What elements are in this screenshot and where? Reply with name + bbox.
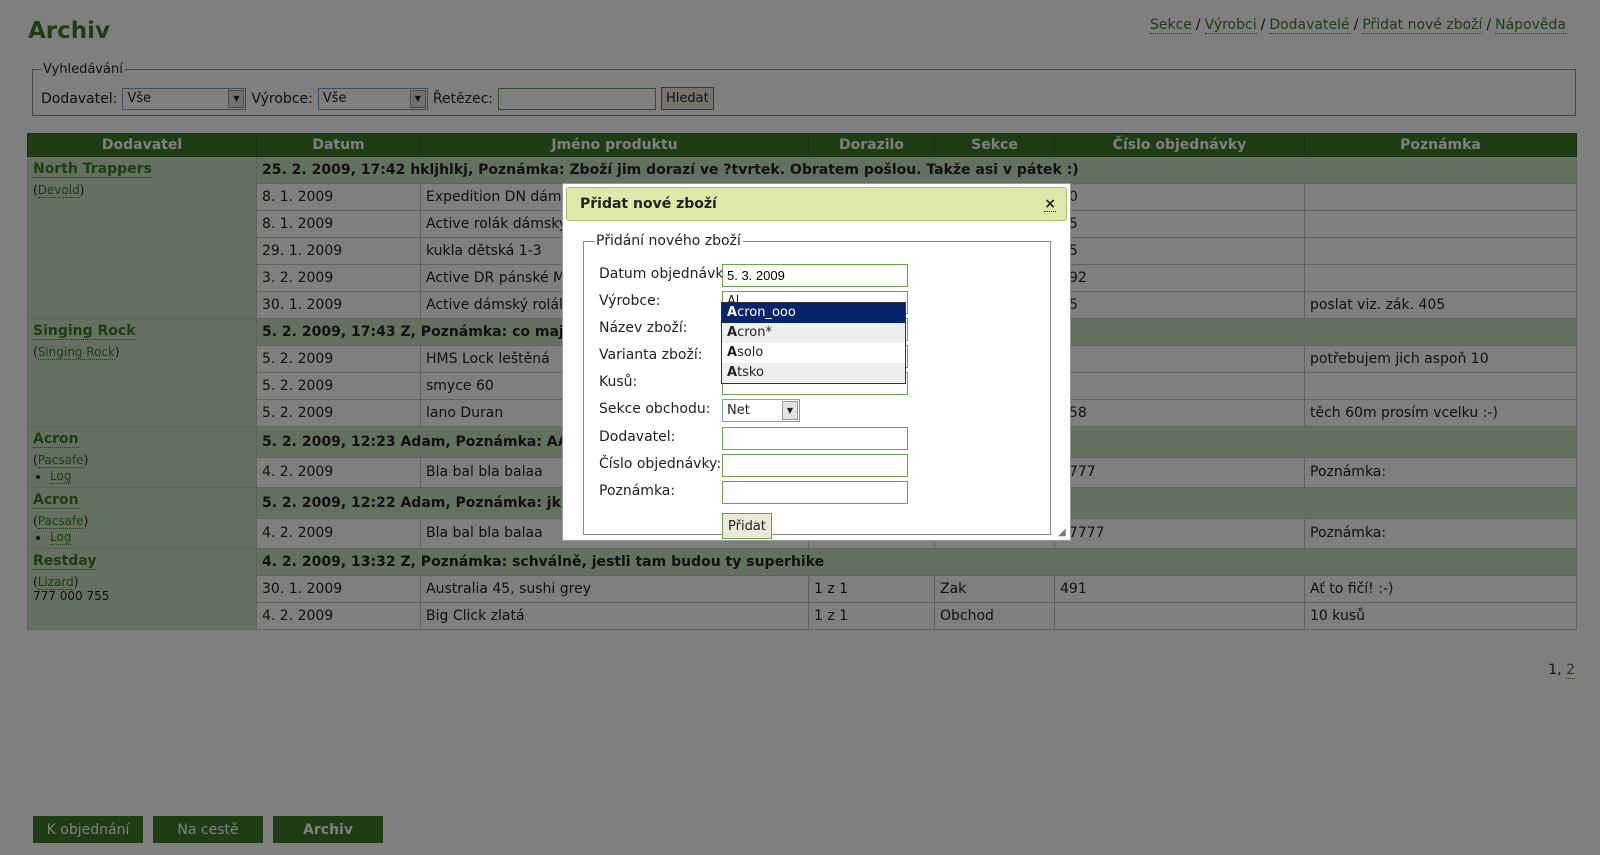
dialog-titlebar[interactable]: Přidat nové zboží × [566,187,1067,221]
supplier-label: Dodavatel: [599,429,676,445]
note-label: Poznámka: [599,483,676,499]
section-select[interactable]: Net ▼ [722,399,800,422]
autocomplete-option[interactable]: Asolo [722,343,905,363]
autocomplete-match: A [727,365,738,380]
add-product-form: Přidání nového zboží Datum objednávky: V… [583,233,1051,539]
section-label: Sekce obchodu: [599,401,711,417]
form-legend: Přidání nového zboží [596,233,741,249]
autocomplete-match: A [727,325,738,340]
order-date-label: Datum objednávky: [599,266,735,282]
order-number-input[interactable] [722,454,908,477]
autocomplete-rest: tsko [737,365,764,380]
dropdown-arrow-icon[interactable]: ▼ [782,401,798,420]
autocomplete-option[interactable]: Acron* [722,323,905,343]
section-select-value: Net [727,403,750,418]
product-name-label: Název zboží: [599,320,688,336]
autocomplete-rest: solo [737,345,764,360]
variant-label: Varianta zboží: [599,347,703,363]
resize-handle-icon[interactable]: ◢ [1058,528,1068,538]
autocomplete-option[interactable]: Atsko [722,363,905,383]
dialog-title: Přidat nové zboží [580,196,717,212]
manufacturer-label: Výrobce: [599,293,661,309]
note-input[interactable] [722,481,908,504]
autocomplete-match: A [727,305,738,320]
manufacturer-autocomplete-list: Acron_ooo Acron* Asolo Atsko [721,302,906,384]
close-icon[interactable]: × [1044,197,1056,212]
supplier-input[interactable] [722,427,908,450]
autocomplete-match: A [727,345,738,360]
order-number-label: Číslo objednávky: [599,456,722,472]
order-date-input[interactable] [722,264,908,287]
add-button[interactable]: Přidat [722,513,772,539]
autocomplete-option[interactable]: Acron_ooo [722,303,905,323]
autocomplete-rest: cron* [737,325,772,340]
autocomplete-rest: cron_ooo [737,305,796,320]
quantity-label: Kusů: [599,374,638,390]
